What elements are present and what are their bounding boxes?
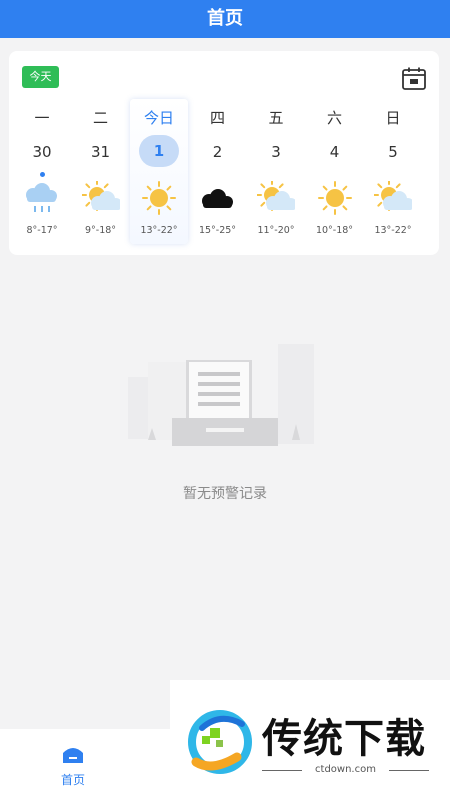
partly-cloudy-icon xyxy=(81,181,120,211)
date-label: 3 xyxy=(271,143,281,161)
tab-home-label: 首页 xyxy=(60,773,85,787)
site-watermark: 传统下载 ctdown.com xyxy=(170,680,450,800)
weekday-label: 六 xyxy=(326,109,342,127)
today-button[interactable]: 今天 xyxy=(22,66,59,88)
date-label: 4 xyxy=(329,143,340,161)
weekday-label: 今日 xyxy=(143,109,174,127)
temperature-range: 11°-20° xyxy=(257,225,295,236)
home-icon xyxy=(63,748,83,763)
temperature-range: 13°-22° xyxy=(374,225,412,236)
weekday-label: 日 xyxy=(385,109,401,127)
event-dot xyxy=(40,172,45,177)
day-column[interactable]: 日 5 13°-22° xyxy=(364,99,422,244)
weather-calendar-card: 今天 一 30 8°-17° 二 31 9°-18° 今日 1 13°-22° 四 2 15°-25°… xyxy=(9,51,439,255)
partly-cloudy-icon xyxy=(257,181,295,211)
temperature-range: 10°-18° xyxy=(315,225,354,236)
watermark-rule-right xyxy=(389,770,429,771)
weekday-label: 四 xyxy=(209,109,225,127)
sunny-icon xyxy=(317,181,352,215)
tab-home[interactable]: 首页 xyxy=(50,743,96,789)
temperature-range: 13°-22° xyxy=(140,225,178,236)
day-column[interactable]: 五 3 11°-20° xyxy=(247,99,305,244)
empty-state-illustration xyxy=(128,344,314,446)
temperature-range: 8°-17° xyxy=(26,225,58,236)
watermark-brand: 传统下载 xyxy=(262,716,426,762)
weekday-label: 二 xyxy=(92,109,108,127)
date-label: 5 xyxy=(388,143,398,161)
day-column[interactable]: 今日 1 13°-22° xyxy=(130,99,188,244)
partly-cloudy-icon xyxy=(374,181,412,211)
sunny-icon xyxy=(142,181,176,215)
empty-state-message: 暂无预警记录 xyxy=(183,486,267,502)
day-column[interactable]: 四 2 15°-25° xyxy=(189,99,247,244)
day-column[interactable]: 一 30 8°-17° xyxy=(13,99,71,244)
date-label: 30 xyxy=(32,143,52,161)
temperature-range: 9°-18° xyxy=(84,225,117,236)
date-label: 1 xyxy=(139,135,179,167)
page-title: 首页 xyxy=(0,0,450,38)
weekday-label: 一 xyxy=(34,109,50,127)
overcast-icon xyxy=(201,189,233,208)
weekday-label: 五 xyxy=(268,109,284,127)
light-rain-icon xyxy=(26,183,57,212)
day-column[interactable]: 二 31 9°-18° xyxy=(72,99,130,244)
day-column[interactable]: 六 4 10°-18° xyxy=(306,99,364,244)
date-label: 31 xyxy=(90,143,111,161)
watermark-logo-icon xyxy=(188,710,252,774)
calendar-icon[interactable] xyxy=(401,66,427,92)
temperature-range: 15°-25° xyxy=(198,225,237,236)
date-label: 2 xyxy=(212,143,223,161)
